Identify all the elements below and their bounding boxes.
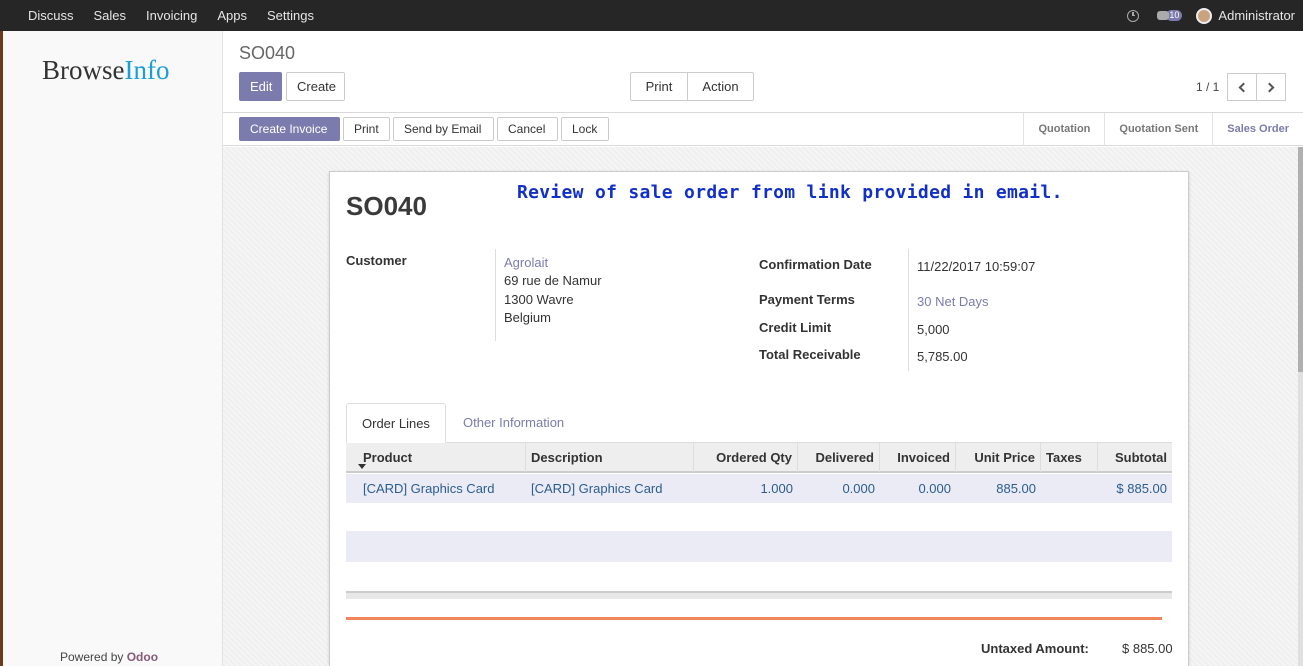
payment-terms-link[interactable]: 30 Net Days — [917, 294, 989, 309]
cell-taxes[interactable] — [1046, 474, 1098, 503]
control-panel: SO040 Edit Create Print Action 1 / 1 — [223, 31, 1303, 117]
systray: 10 Administrator — [1127, 0, 1295, 31]
powered-by: Powered by Odoo — [60, 650, 158, 664]
edit-button[interactable]: Edit — [239, 72, 282, 101]
menu-settings[interactable]: Settings — [267, 8, 314, 23]
create-invoice-button[interactable]: Create Invoice — [239, 117, 340, 141]
column-ordered-qty[interactable]: Ordered Qty — [694, 443, 798, 472]
customer-address-line: 1300 Wavre — [504, 292, 574, 307]
chevron-left-icon — [1238, 82, 1249, 92]
tab-order-lines[interactable]: Order Lines — [346, 403, 446, 443]
credit-limit-value: 5,000 — [917, 322, 950, 337]
table-row[interactable]: [CARD] Graphics Card [CARD] Graphics Car… — [346, 474, 1172, 503]
scrollbar-thumb[interactable] — [1298, 147, 1303, 372]
print-button[interactable]: Print — [343, 117, 390, 141]
column-description[interactable]: Description — [526, 443, 694, 472]
menu-apps[interactable]: Apps — [217, 8, 247, 23]
stage-quotation[interactable]: Quotation — [1024, 113, 1106, 146]
send-by-email-button[interactable]: Send by Email — [393, 117, 494, 141]
total-receivable-value: 5,785.00 — [917, 349, 968, 364]
pager-next-button[interactable] — [1256, 73, 1286, 101]
order-title: SO040 — [346, 191, 427, 221]
chevron-right-icon — [1264, 82, 1275, 92]
column-subtotal[interactable]: Subtotal — [1098, 443, 1172, 472]
cell-ordered-qty[interactable]: 1.000 — [694, 474, 793, 503]
cell-unit-price[interactable]: 885.00 — [956, 474, 1036, 503]
activity-clock-icon[interactable] — [1127, 9, 1140, 22]
column-invoiced[interactable]: Invoiced — [880, 443, 956, 472]
payment-terms-label: Payment Terms — [759, 292, 855, 307]
form-sheet: SO040 Review of sale order from link pro… — [329, 171, 1189, 666]
odoo-link[interactable]: Odoo — [127, 650, 158, 664]
stage-quotation-sent[interactable]: Quotation Sent — [1105, 113, 1214, 146]
customer-address-line: Belgium — [504, 310, 551, 325]
chat-icon[interactable] — [1157, 11, 1170, 20]
menu-invoicing[interactable]: Invoicing — [146, 8, 197, 23]
company-logo[interactable]: BrowseInfo — [42, 55, 169, 86]
divider — [495, 249, 496, 341]
total-receivable-label: Total Receivable — [759, 347, 861, 362]
order-lines-header: Product Description Ordered Qty Delivere… — [346, 443, 1172, 473]
customer-label: Customer — [346, 253, 407, 268]
untaxed-amount-value: $ 885.00 — [1122, 641, 1173, 656]
main-menu: Discuss Sales Invoicing Apps Settings — [18, 0, 324, 31]
tab-other-information[interactable]: Other Information — [448, 403, 579, 443]
customer-link[interactable]: Agrolait — [504, 255, 548, 270]
action-dropdown[interactable]: Action — [687, 72, 754, 117]
cancel-button[interactable]: Cancel — [497, 117, 558, 141]
column-product[interactable]: Product — [346, 443, 526, 472]
top-navbar: Discuss Sales Invoicing Apps Settings 10… — [0, 0, 1303, 31]
action-dropdown-label: Action — [702, 79, 739, 94]
menu-discuss[interactable]: Discuss — [28, 8, 74, 23]
pager-value[interactable]: 1 / 1 — [1196, 80, 1219, 94]
stage-pipeline: Quotation Quotation Sent Sales Order — [1023, 113, 1303, 146]
totals-divider — [346, 617, 1162, 620]
create-button[interactable]: Create — [286, 72, 345, 101]
cell-product[interactable]: [CARD] Graphics Card — [363, 474, 526, 503]
print-dropdown[interactable]: Print — [630, 72, 688, 117]
untaxed-amount-label: Untaxed Amount: — [981, 641, 1089, 656]
pager-previous-button[interactable] — [1227, 73, 1257, 101]
confirmation-date-value: 11/22/2017 10:59:07 — [917, 259, 1036, 274]
credit-limit-label: Credit Limit — [759, 320, 832, 335]
menu-sales[interactable]: Sales — [94, 8, 127, 23]
print-dropdown-label: Print — [645, 79, 673, 94]
confirmation-date-label: Confirmation Date — [759, 257, 872, 272]
divider — [908, 249, 909, 371]
user-menu[interactable]: Administrator — [1218, 8, 1295, 23]
column-unit-price[interactable]: Unit Price — [956, 443, 1041, 472]
logo-text-part2: Info — [124, 55, 170, 85]
cell-description[interactable]: [CARD] Graphics Card — [531, 474, 694, 503]
cell-delivered[interactable]: 0.000 — [798, 474, 875, 503]
annotation-caption: Review of sale order from link provided … — [517, 182, 1063, 203]
logo-text-part1: Browse — [42, 55, 125, 85]
cell-invoiced[interactable]: 0.000 — [880, 474, 951, 503]
column-taxes[interactable]: Taxes — [1041, 443, 1098, 472]
stage-sales-order[interactable]: Sales Order — [1213, 113, 1303, 146]
table-footer — [346, 591, 1172, 599]
user-avatar[interactable] — [1196, 7, 1213, 24]
add-line-row[interactable] — [346, 531, 1172, 562]
cell-subtotal[interactable]: $ 885.00 — [1098, 474, 1167, 503]
breadcrumb: SO040 — [239, 43, 296, 63]
powered-by-label: Powered by — [60, 650, 124, 664]
sidebar: BrowseInfo Powered by Odoo — [0, 31, 223, 666]
lock-button[interactable]: Lock — [561, 117, 609, 141]
column-delivered[interactable]: Delivered — [798, 443, 880, 472]
customer-address-line: 69 rue de Namur — [504, 273, 602, 288]
form-statusbar: Create Invoice Print Send by Email Cance… — [223, 113, 1303, 146]
